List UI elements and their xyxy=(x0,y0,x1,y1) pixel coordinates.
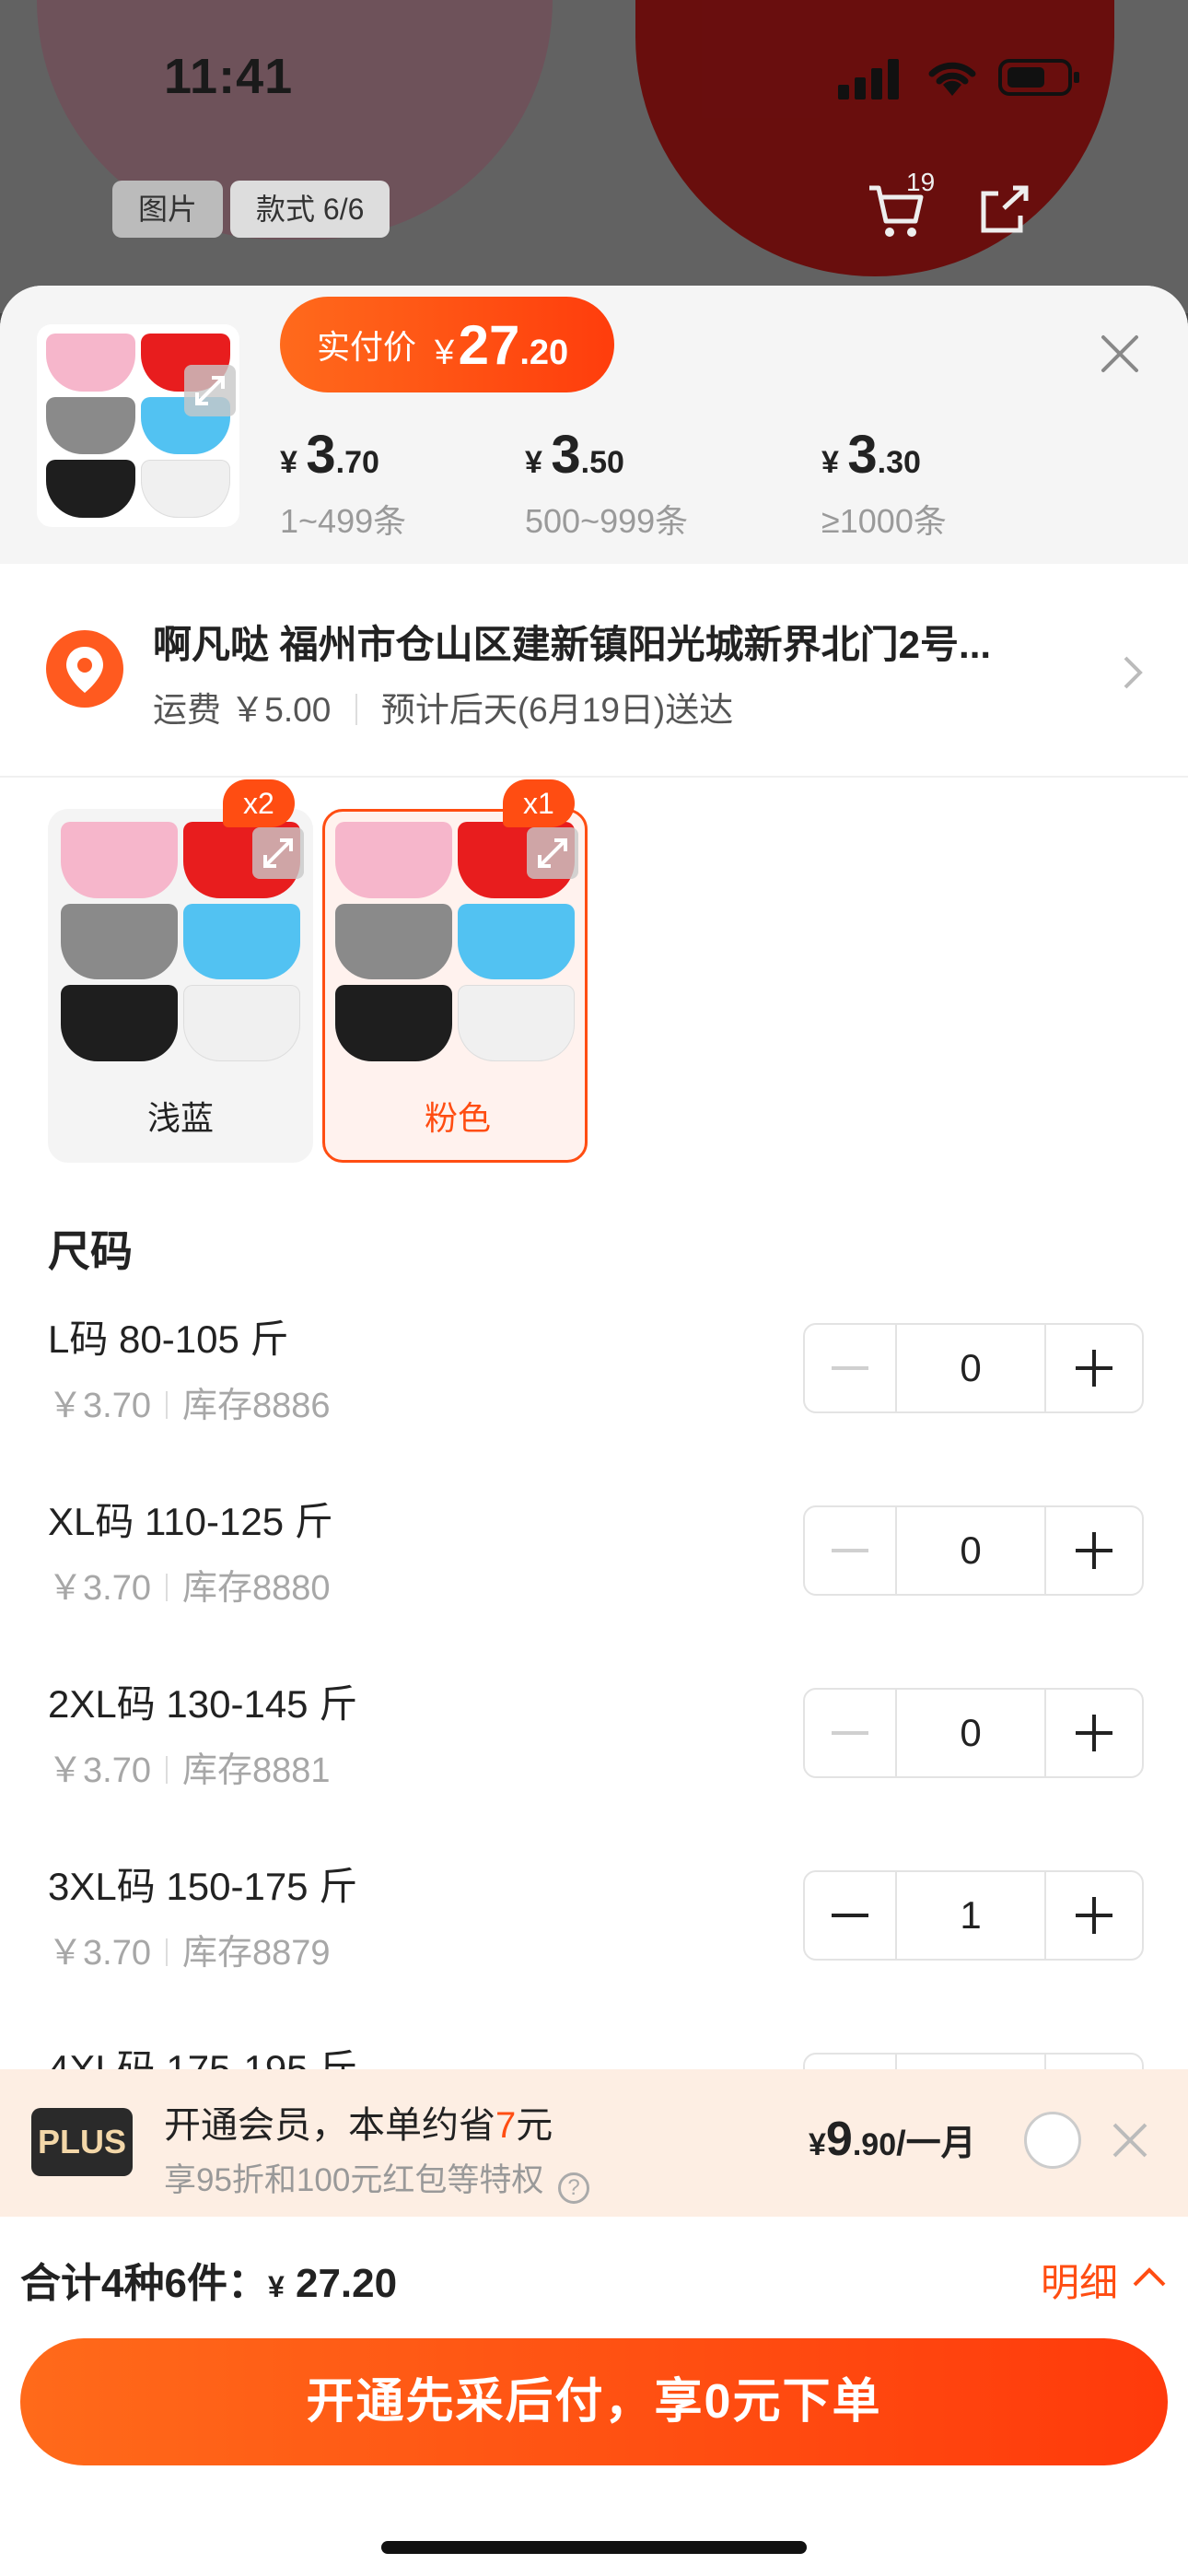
product-swatch xyxy=(183,903,300,980)
payable-price-pill: 实付价 ¥ 27.20 xyxy=(280,297,615,392)
chevron-right-icon xyxy=(1124,656,1143,689)
size-name: XL码 110-125 斤 xyxy=(48,1500,333,1543)
signal-icon xyxy=(838,59,899,100)
product-swatch xyxy=(46,334,135,392)
quantity-value[interactable]: 0 xyxy=(897,1325,1046,1411)
payable-price: ¥ 27.20 xyxy=(435,313,569,376)
color-option-pink[interactable]: 粉色 xyxy=(322,809,588,1163)
product-swatch xyxy=(458,985,575,1061)
tab-images[interactable]: 图片 xyxy=(112,181,224,238)
product-swatch xyxy=(335,985,452,1061)
quantity-stepper[interactable]: 0 xyxy=(803,1323,1144,1413)
shipping-info: 运费 ￥5.00 预计后天(6月19日)送达 xyxy=(153,682,733,732)
home-indicator xyxy=(381,2541,807,2554)
product-swatch xyxy=(335,822,452,898)
increment-button[interactable] xyxy=(1046,1690,1142,1776)
quantity-value[interactable]: 1 xyxy=(897,1872,1046,1959)
close-icon[interactable] xyxy=(1096,330,1144,378)
decrement-button[interactable] xyxy=(805,1690,897,1776)
product-swatch xyxy=(335,903,452,980)
detail-toggle[interactable]: 明细 xyxy=(1041,2252,1118,2308)
membership-subtitle: 享95折和100元红包等特权 ? xyxy=(164,2154,590,2204)
size-price-stock: ￥3.70 库存8879 xyxy=(48,1934,331,1973)
help-icon[interactable]: ? xyxy=(558,2172,590,2204)
membership-title: 开通会员，本单约省7元 xyxy=(164,2105,553,2146)
payable-label: 实付价 xyxy=(317,328,417,366)
size-price-stock: ￥3.70 库存8886 xyxy=(48,1387,331,1425)
modal-backdrop[interactable] xyxy=(0,0,1188,313)
wifi-icon xyxy=(928,62,976,96)
shipping-address-row[interactable]: 啊凡哒 福州市仓山区建新镇阳光城新界北门2号... 运费 ￥5.00 预计后天(… xyxy=(0,564,1188,778)
location-pin-icon xyxy=(46,630,123,708)
decrement-button[interactable] xyxy=(805,1507,897,1594)
size-price-stock: ￥3.70 库存8881 xyxy=(48,1751,331,1790)
tab-styles[interactable]: 款式 6/6 xyxy=(230,181,390,238)
close-icon[interactable] xyxy=(1111,2121,1149,2160)
membership-promo-bar[interactable]: PLUS 开通会员，本单约省7元 享95折和100元红包等特权 ? ¥9.90/… xyxy=(0,2069,1188,2217)
chevron-up-icon[interactable] xyxy=(1131,2265,1168,2289)
size-name: L码 80-105 斤 xyxy=(48,1317,289,1361)
expand-icon[interactable] xyxy=(527,827,578,879)
quantity-value[interactable]: 0 xyxy=(897,1690,1046,1776)
price-tier-1: ¥ 3.70 1~499条 xyxy=(280,425,407,540)
quantity-stepper[interactable]: 0 xyxy=(803,1688,1144,1778)
expand-icon[interactable] xyxy=(184,365,236,416)
delivery-estimate: 预计后天(6月19日)送达 xyxy=(380,691,734,729)
shipping-fee: 运费 ￥5.00 xyxy=(153,691,332,729)
color-option-label: 浅蓝 xyxy=(146,1099,214,1137)
size-name: 2XL码 130-145 斤 xyxy=(48,1682,358,1726)
cart-count: 19 xyxy=(906,168,936,196)
product-swatch xyxy=(183,985,300,1061)
decrement-button[interactable] xyxy=(805,1872,897,1959)
increment-button[interactable] xyxy=(1046,1872,1142,1959)
quantity-stepper[interactable]: 0 xyxy=(803,1505,1144,1596)
share-icon[interactable] xyxy=(976,181,1031,236)
product-swatch xyxy=(61,903,178,980)
color-option-label: 粉色 xyxy=(424,1099,491,1137)
increment-button[interactable] xyxy=(1046,1507,1142,1594)
expand-icon[interactable] xyxy=(252,827,304,879)
order-summary-row: 合计4种6件：¥ 27.20 明细 xyxy=(0,2217,1188,2335)
decrement-button[interactable] xyxy=(805,1325,897,1411)
product-swatch xyxy=(61,985,178,1061)
membership-checkbox[interactable] xyxy=(1024,2112,1081,2169)
status-time: 11:41 xyxy=(164,49,294,104)
quantity-badge: x1 xyxy=(503,779,575,827)
quantity-badge: x2 xyxy=(223,779,295,827)
sku-selection-sheet: 实付价 ¥ 27.20 ¥ 3.70 1~499条 ¥ 3.50 500~999… xyxy=(0,286,1188,2576)
membership-price: ¥9.90/一月 xyxy=(809,2113,976,2166)
plus-logo: PLUS xyxy=(31,2108,133,2176)
product-swatch xyxy=(141,460,230,518)
address-text: 啊凡哒 福州市仓山区建新镇阳光城新界北门2号... xyxy=(153,623,992,666)
color-option-light-blue[interactable]: 浅蓝 xyxy=(48,809,313,1163)
product-thumbnail[interactable] xyxy=(37,324,239,527)
battery-icon xyxy=(998,59,1079,96)
size-name: 3XL码 150-175 斤 xyxy=(48,1865,358,1908)
increment-button[interactable] xyxy=(1046,1325,1142,1411)
order-total: 合计4种6件：¥ 27.20 xyxy=(20,2261,398,2306)
product-swatch xyxy=(61,822,178,898)
size-section-title: 尺码 xyxy=(48,1227,133,1275)
product-swatch xyxy=(46,460,135,518)
product-swatch xyxy=(458,903,575,980)
sheet-header: 实付价 ¥ 27.20 ¥ 3.70 1~499条 ¥ 3.50 500~999… xyxy=(0,286,1188,564)
quantity-value[interactable]: 0 xyxy=(897,1507,1046,1594)
price-tier-2: ¥ 3.50 500~999条 xyxy=(525,425,689,540)
price-tier-3: ¥ 3.30 ≥1000条 xyxy=(821,425,947,540)
product-swatch xyxy=(46,396,135,455)
quantity-stepper[interactable]: 1 xyxy=(803,1870,1144,1961)
checkout-cta-button[interactable]: 开通先采后付，享0元下单 xyxy=(20,2338,1168,2465)
size-price-stock: ￥3.70 库存8880 xyxy=(48,1569,331,1608)
